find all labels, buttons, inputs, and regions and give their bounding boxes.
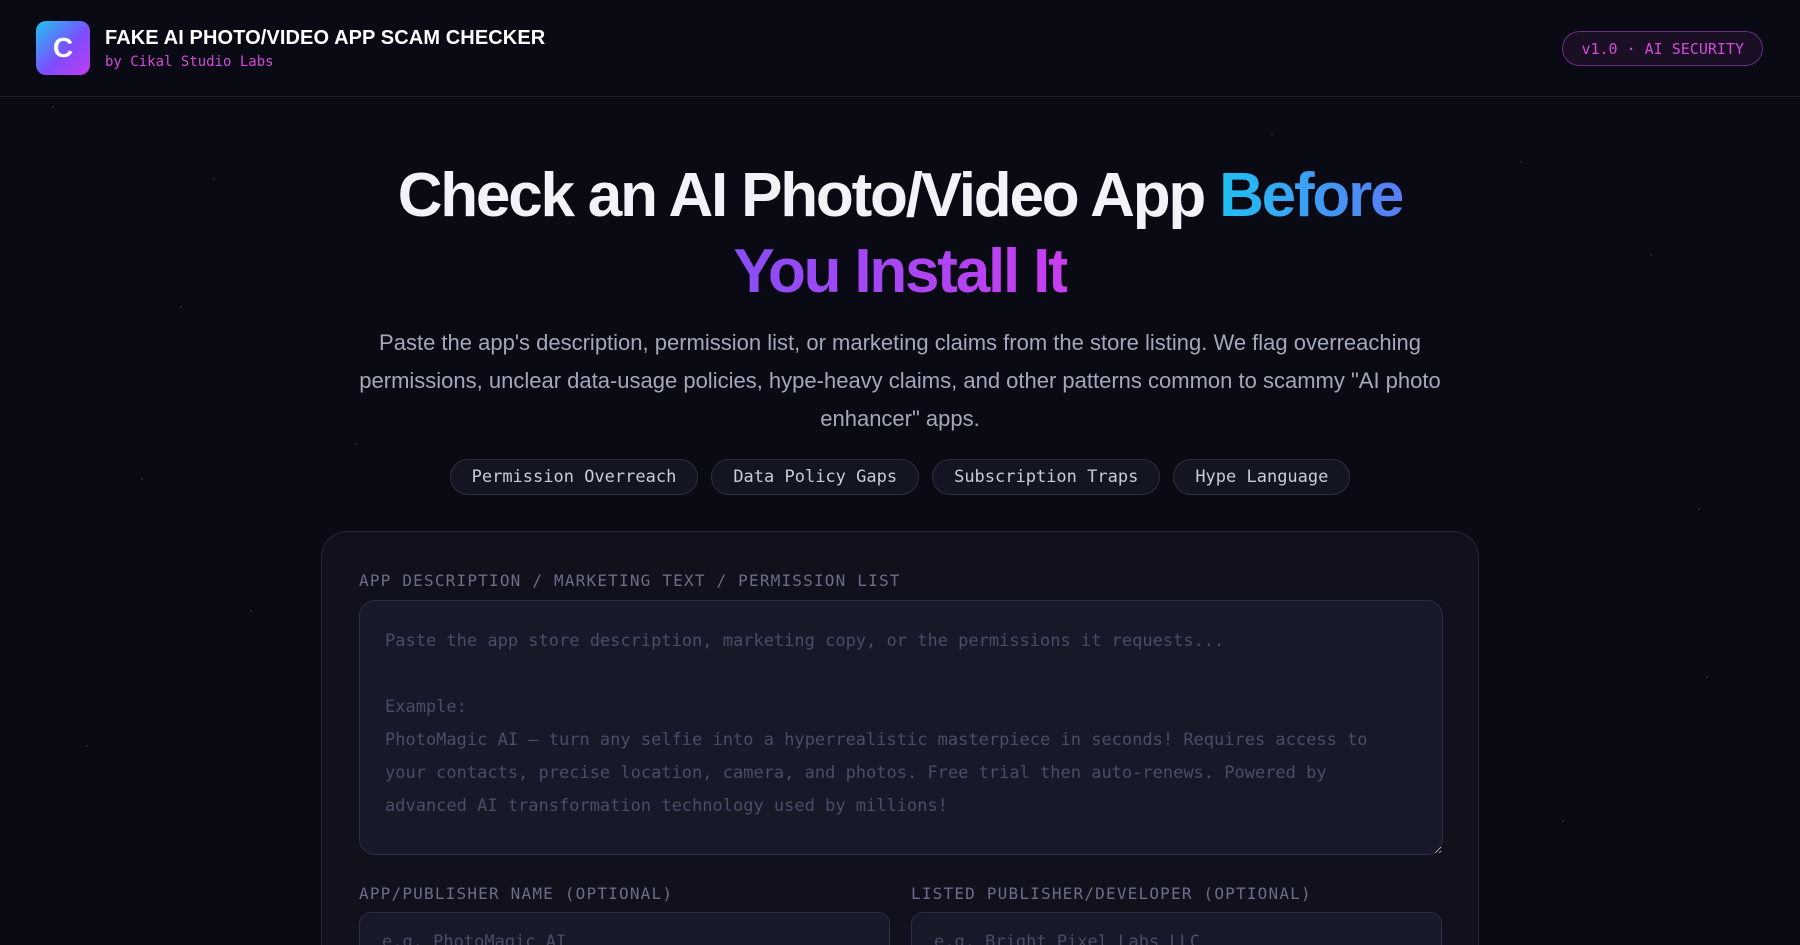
- app-subtitle: by Cikal Studio Labs: [105, 53, 274, 70]
- hero-description: Paste the app's description, permission …: [359, 330, 1441, 431]
- app-description-textarea[interactable]: [359, 600, 1443, 855]
- feature-tags: Permission Overreach Data Policy Gaps Su…: [0, 459, 1800, 495]
- brand-block: FAKE AI PHOTO/VIDEO APP SCAM CHECKER by …: [105, 27, 545, 70]
- tag-subscription-traps: Subscription Traps: [932, 459, 1161, 495]
- app-name-label: APP/PUBLISHER NAME (OPTIONAL): [359, 884, 674, 903]
- hero-title-highlight-before: Before: [1219, 161, 1404, 230]
- tag-data-policy-gaps: Data Policy Gaps: [711, 459, 920, 495]
- app-header: C FAKE AI PHOTO/VIDEO APP SCAM CHECKER b…: [0, 0, 1800, 97]
- hero-title: Check an AI Photo/Video App Before You I…: [0, 158, 1800, 310]
- description-label: APP DESCRIPTION / MARKETING TEXT / PERMI…: [359, 571, 901, 590]
- app-logo: C: [36, 21, 90, 75]
- scan-form-card: APP DESCRIPTION / MARKETING TEXT / PERMI…: [321, 531, 1479, 945]
- tag-permission-overreach: Permission Overreach: [449, 459, 699, 495]
- hero-title-highlight-install: You Install It: [733, 237, 1068, 306]
- publisher-input[interactable]: [911, 912, 1442, 945]
- version-badge: v1.0 · AI SECURITY: [1562, 31, 1763, 66]
- publisher-label: LISTED PUBLISHER/DEVELOPER (OPTIONAL): [911, 884, 1312, 903]
- app-name-input[interactable]: [359, 912, 890, 945]
- tag-hype-language: Hype Language: [1173, 459, 1351, 495]
- app-title: FAKE AI PHOTO/VIDEO APP SCAM CHECKER: [105, 26, 546, 49]
- hero-title-main: Check an AI Photo/Video App: [397, 161, 1220, 230]
- logo-letter: C: [52, 32, 74, 63]
